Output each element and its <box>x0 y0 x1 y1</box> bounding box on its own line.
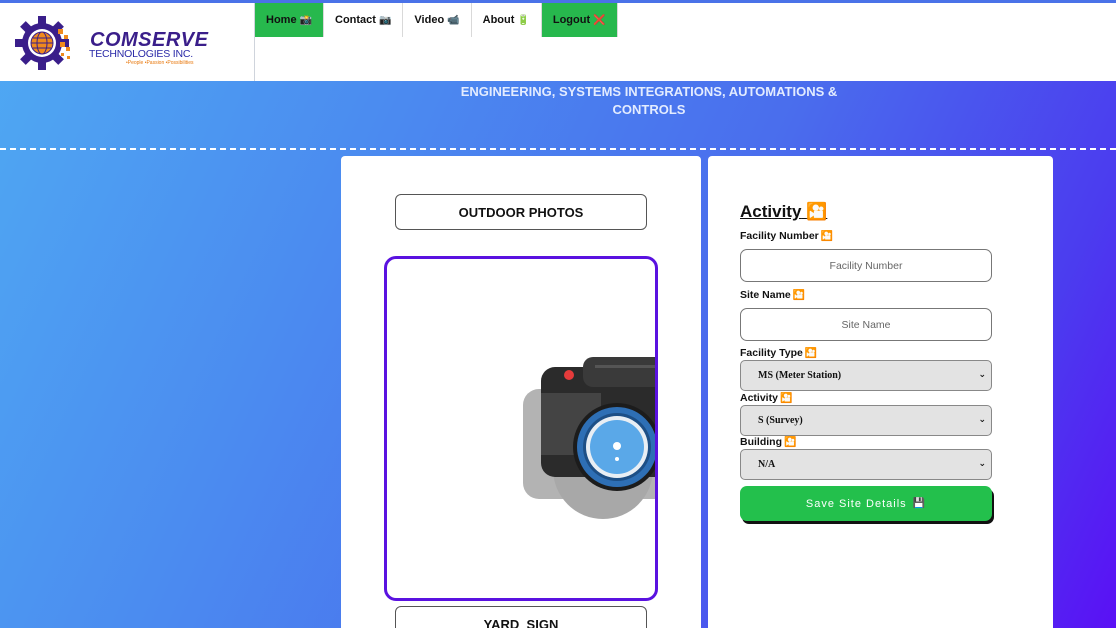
nav-contact-label: Contact <box>335 14 376 26</box>
facility-type-select[interactable]: MS (Meter Station) ⌄ <box>740 360 992 391</box>
nav-video[interactable]: Video 📹 <box>403 3 472 37</box>
camera-icon: 📷 <box>378 14 392 26</box>
activity-label-text: Activity <box>740 392 778 404</box>
logo-subtitle: TECHNOLOGIES INC. <box>89 48 193 60</box>
main-nav: Home 📸 Contact 📷 Video 📹 About 🔋 Logout … <box>255 3 618 37</box>
yard-sign-button[interactable]: YARD_SIGN <box>395 606 647 628</box>
facility-number-label: Facility Number 🎦 <box>740 230 833 242</box>
company-logo[interactable]: COMSERVE TECHNOLOGIES INC. •People •Pass… <box>14 15 214 73</box>
site-header: COMSERVE TECHNOLOGIES INC. •People •Pass… <box>0 3 1116 81</box>
building-label-text: Building <box>740 436 782 448</box>
clapper-icon: 🎦 <box>820 231 834 242</box>
tagline-banner: ENGINEERING, SYSTEMS INTEGRATIONS, AUTOM… <box>0 81 1116 150</box>
nav-about-label: About <box>482 14 515 26</box>
save-site-details-button[interactable]: Save Site Details 💾 <box>740 486 992 521</box>
nav-home[interactable]: Home 📸 <box>255 3 325 37</box>
chevron-down-icon: ⌄ <box>978 459 986 469</box>
clapper-icon: 🎦 <box>804 348 818 359</box>
camera-icon <box>523 357 655 519</box>
cross-mark-icon: ❌ <box>593 14 606 26</box>
battery-icon: 🔋 <box>517 14 530 26</box>
facility-type-label: Facility Type 🎦 <box>740 347 817 359</box>
clapper-icon: 🎦 <box>806 202 828 221</box>
facility-number-label-text: Facility Number <box>740 230 819 242</box>
activity-label: Activity 🎦 <box>740 392 792 404</box>
photo-upload-frame[interactable] <box>384 256 658 601</box>
nav-home-label: Home <box>266 14 297 26</box>
building-value: N/A <box>758 459 776 470</box>
site-name-input[interactable] <box>740 308 992 341</box>
site-name-label: Site Name 🎦 <box>740 289 805 301</box>
facility-type-value: MS (Meter Station) <box>758 370 842 381</box>
nav-logout[interactable]: Logout ❌ <box>541 3 618 37</box>
floppy-disk-icon: 💾 <box>912 498 927 509</box>
video-camera-icon: 📹 <box>447 14 460 26</box>
building-label: Building 🎦 <box>740 436 796 448</box>
clapper-icon: 🎦 <box>784 437 797 448</box>
nav-contact[interactable]: Contact 📷 <box>324 3 404 37</box>
nav-about[interactable]: About 🔋 <box>471 3 542 37</box>
activity-card: Activity 🎦 Facility Number🎦 Site Name🎦 F… <box>708 156 1053 628</box>
outdoor-photos-button[interactable]: OUTDOOR PHOTOS <box>395 194 647 230</box>
building-select[interactable]: N/A ⌄ <box>740 449 992 480</box>
banner-line-1: ENGINEERING, SYSTEMS INTEGRATIONS, AUTOM… <box>460 84 838 99</box>
facility-number-input[interactable] <box>740 249 992 282</box>
chevron-down-icon: ⌄ <box>978 370 986 380</box>
clapper-icon: 🎦 <box>779 393 793 404</box>
activity-value: S (Survey) <box>758 415 803 426</box>
site-name-label-text: Site Name <box>740 289 791 301</box>
clapper-icon: 🎦 <box>792 290 806 301</box>
save-site-details-label: Save Site Details <box>805 497 907 510</box>
activity-select[interactable]: S (Survey) ⌄ <box>740 405 992 436</box>
nav-logout-label: Logout <box>552 14 591 26</box>
activity-title-text: Activity <box>740 202 802 221</box>
banner-text: ENGINEERING, SYSTEMS INTEGRATIONS, AUTOM… <box>449 83 849 119</box>
camera-flash-icon: 📸 <box>299 14 313 26</box>
logo-tagline: •People •Passion •Possibilities <box>126 60 194 66</box>
nav-video-label: Video <box>414 14 445 26</box>
chevron-down-icon: ⌄ <box>978 415 986 425</box>
banner-line-2: CONTROLS <box>612 102 686 117</box>
photos-card: OUTDOOR PHOTOS YARD_SIGN <box>341 156 701 628</box>
activity-title: Activity 🎦 <box>740 202 827 222</box>
facility-type-label-text: Facility Type <box>740 347 803 359</box>
